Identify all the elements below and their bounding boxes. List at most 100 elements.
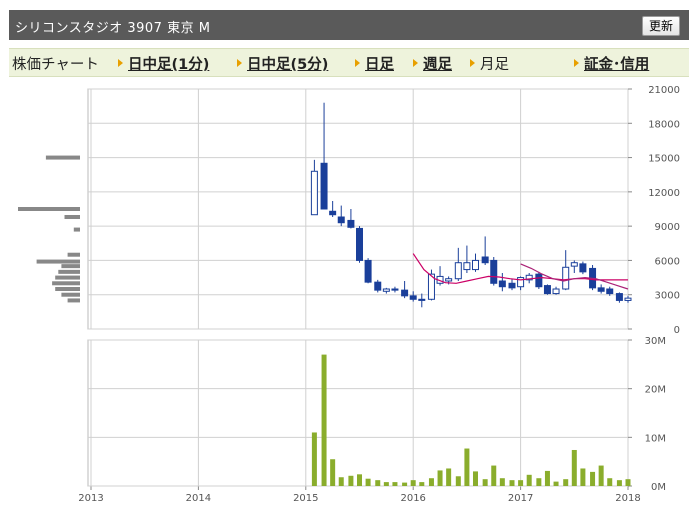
candle-down: [356, 227, 363, 261]
x-tick-label: 2018: [615, 493, 640, 504]
volume-bar: [446, 468, 452, 486]
candle-down: [329, 210, 337, 216]
price-profile-bar: [55, 275, 80, 280]
volume-bar: [590, 471, 596, 486]
volume-bar: [526, 474, 532, 486]
candle-down: [508, 282, 516, 289]
volume-bar: [311, 432, 317, 486]
volume-bar: [392, 482, 398, 486]
volume-tick-label: 20M: [645, 385, 666, 396]
volume-bar: [410, 480, 416, 486]
volume-bar: [571, 449, 577, 486]
candle-down: [597, 287, 605, 292]
volume-bar: [348, 475, 354, 486]
volume-bar: [330, 459, 336, 486]
volume-bar: [580, 468, 586, 486]
volume-bar: [357, 474, 362, 486]
price-profile-bar: [36, 259, 80, 264]
volume-bar: [419, 482, 425, 486]
price-profile-bar: [58, 269, 80, 274]
volume-bar: [338, 477, 344, 486]
volume-tick-label: 0M: [651, 482, 666, 493]
volume-bar: [321, 354, 327, 486]
candle-down: [535, 273, 543, 288]
price-profile-bar: [61, 292, 80, 297]
candle-up: [517, 277, 525, 288]
volume-bar: [536, 478, 542, 486]
volume-bar: [616, 480, 622, 486]
price-tick-label: 6000: [655, 256, 680, 267]
candle-up: [562, 266, 570, 290]
price-tick-label: 15000: [648, 154, 680, 165]
x-tick-label: 2014: [186, 493, 211, 504]
price-tick-label: 12000: [648, 188, 680, 199]
candle-down: [606, 288, 614, 295]
price-profile-bar: [52, 281, 80, 286]
volume-bar: [437, 470, 443, 486]
candle-down: [364, 259, 372, 283]
volume-bar: [402, 482, 408, 486]
volume-bar: [491, 465, 497, 486]
volume-bar: [509, 480, 515, 486]
volume-bar: [518, 480, 524, 486]
price-profile-bar: [64, 215, 80, 219]
volume-bar: [553, 481, 559, 486]
price-profile-bar: [18, 207, 80, 211]
price-profile-bar: [67, 298, 80, 303]
volume-panel-frame: [87, 339, 629, 487]
price-tick-label: 9000: [655, 222, 680, 233]
candle-up: [445, 278, 453, 282]
candle-down: [409, 295, 417, 300]
volume-tick-label: 30M: [645, 336, 666, 347]
volume-bar: [598, 465, 604, 486]
candle-down: [543, 285, 551, 295]
candle-up: [463, 262, 471, 271]
candle-up: [382, 288, 390, 292]
volume-tick-label: 10M: [645, 433, 666, 444]
volume-bar: [607, 478, 613, 486]
volume-bar: [455, 476, 461, 486]
candle-down: [401, 289, 409, 297]
x-tick-label: 2015: [293, 493, 318, 504]
candle-up: [570, 262, 578, 267]
candle-down: [498, 280, 506, 288]
candle-down: [481, 256, 489, 264]
price-tick-label: 0: [674, 325, 680, 336]
volume-bar: [544, 470, 550, 486]
price-profile-bar: [73, 227, 80, 232]
x-tick-label: 2016: [400, 493, 425, 504]
volume-bar: [464, 448, 470, 486]
volume-bar: [482, 479, 488, 486]
candle-down: [320, 162, 328, 210]
candle-down: [347, 219, 355, 228]
candle-down: [615, 293, 623, 301]
x-tick-label: 2013: [78, 493, 103, 504]
candle-down: [418, 298, 426, 301]
candle-up: [624, 297, 632, 301]
candle-up: [310, 170, 318, 216]
candle-down: [579, 263, 587, 273]
volume-bar: [563, 479, 569, 486]
price-tick-label: 3000: [655, 291, 680, 302]
price-profile-bar: [67, 252, 80, 257]
volume-bar: [499, 478, 505, 486]
stock-chart: 2013 2014 2015 2016 2017 2018 0 3000 6000 9000 120…: [18, 85, 680, 504]
price-tick-label: 21000: [648, 85, 680, 96]
volume-bar: [365, 478, 371, 486]
volume-bar: [428, 478, 434, 486]
x-tick-label: 2017: [508, 493, 533, 504]
volume-bar: [472, 471, 478, 486]
price-tick-label: 18000: [648, 119, 680, 130]
candle-up: [454, 262, 462, 280]
candle-down: [490, 259, 498, 284]
candle-up: [552, 288, 560, 295]
volume-bar: [375, 480, 381, 486]
candle-down: [374, 281, 382, 291]
volume-bar: [383, 482, 389, 486]
candle-down: [337, 216, 345, 224]
price-profile-bar: [45, 155, 80, 160]
candle-down: [391, 288, 399, 291]
price-profile-bar: [55, 287, 80, 291]
volume-bar: [625, 479, 631, 486]
candle-up: [471, 259, 479, 271]
